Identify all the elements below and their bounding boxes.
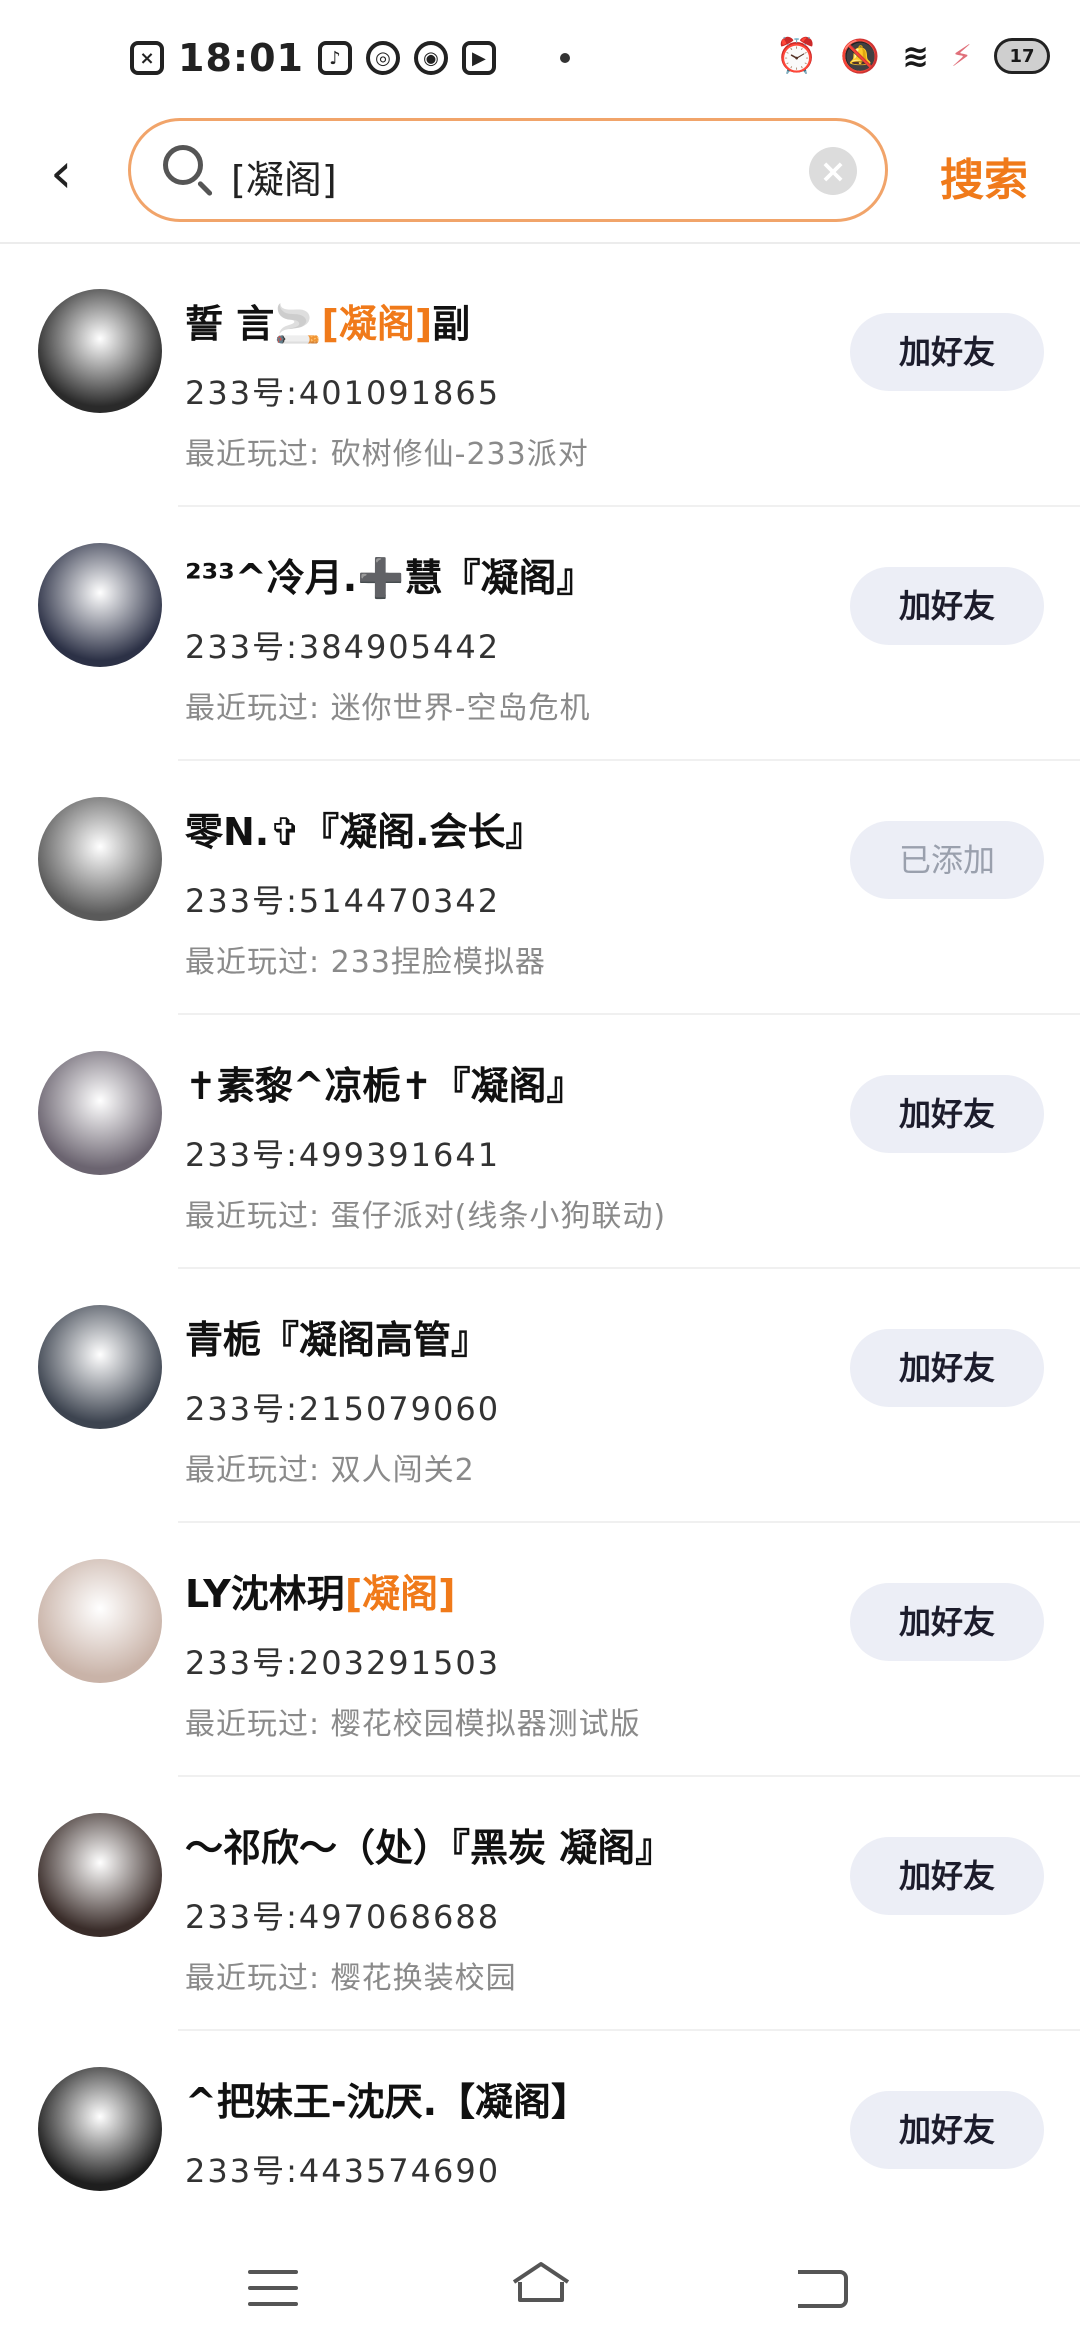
user-row[interactable]: LY沈林玥[凝阁] 233号:203291503 最近玩过: 樱花校园模拟器测试… [0, 1523, 1080, 1777]
recently-played: 最近玩过: 砍树修仙-233派对 [185, 437, 589, 472]
status-right: ⏰ 🔕 ≋ ⚡ 17 [776, 36, 1050, 76]
add-friend-button[interactable]: 加好友 [850, 1837, 1044, 1915]
search-query[interactable]: [凝阁] [231, 149, 337, 204]
avatar[interactable] [38, 797, 162, 921]
recently-played: 最近玩过: 双人闯关2 [185, 1453, 475, 1488]
user-name-text: ～祁欣～（处）『黑炭 凝阁』 [185, 1826, 674, 1870]
user-id: 233号:499391641 [185, 1136, 501, 1174]
recently-played: 最近玩过: 233捏脸模拟器 [185, 945, 546, 980]
user-id: 233号:215079060 [185, 1390, 501, 1428]
mute-icon: 🔕 [840, 37, 881, 75]
user-name-highlight: [凝阁] [344, 1572, 456, 1616]
home-button[interactable] [510, 2260, 572, 2304]
user-name-text: 誓 言🚬 [185, 302, 322, 346]
avatar[interactable] [38, 1813, 162, 1937]
recently-played: 最近玩过: 迷你世界-空岛危机 [185, 691, 591, 726]
add-friend-button[interactable]: 加好友 [850, 2091, 1044, 2169]
add-friend-button[interactable]: 加好友 [850, 1075, 1044, 1153]
search-header: ‹ [凝阁] × 搜索 [0, 118, 1080, 244]
app-icon: ◎ [365, 41, 400, 75]
user-name: ～祁欣～（处）『黑炭 凝阁』 [185, 1817, 673, 1872]
battery-level: 17 [1009, 45, 1035, 67]
alarm-icon: ⏰ [775, 36, 819, 76]
user-name-text: ^把妹王-沈厌.【凝阁】 [185, 2080, 590, 2124]
user-name: 零N.✞『凝阁.会长』 [185, 801, 544, 856]
status-bar: × 18:01 ♪ ◎ ◉ ▶ ⏰ 🔕 ≋ ⚡ 17 [0, 0, 1080, 118]
user-id: 233号:497068688 [185, 1898, 501, 1936]
user-row[interactable]: 青栀『凝阁高管』 233号:215079060 最近玩过: 双人闯关2 加好友 [0, 1269, 1080, 1523]
system-back-button[interactable] [798, 2270, 848, 2308]
compass-icon: ◉ [413, 41, 448, 75]
user-name: LY沈林玥[凝阁] [185, 1563, 456, 1618]
search-icon [163, 145, 203, 185]
charging-icon: ⚡ [950, 38, 972, 74]
recent-apps-button[interactable] [248, 2270, 298, 2318]
user-id: 233号:443574690 [185, 2152, 501, 2190]
back-button[interactable]: ‹ [50, 144, 100, 204]
user-name: ²³³^冷月.➕慧『凝阁』 [185, 547, 595, 602]
user-row[interactable]: ✝素黎^凉栀✝『凝阁』 233号:499391641 最近玩过: 蛋仔派对(线条… [0, 1015, 1080, 1269]
user-name-text: 零N.✞『凝阁.会长』 [185, 810, 544, 854]
user-results-list: 誓 言🚬[凝阁]副 233号:401091865 最近玩过: 砍树修仙-233派… [0, 253, 1080, 2285]
user-name-text: ✝素黎^凉栀✝『凝阁』 [185, 1064, 585, 1108]
user-name-suffix: 副 [432, 302, 471, 346]
user-row[interactable]: ～祁欣～（处）『黑炭 凝阁』 233号:497068688 最近玩过: 樱花换装… [0, 1777, 1080, 2031]
notification-close-icon: × [130, 41, 164, 75]
recently-played: 最近玩过: 樱花校园模拟器测试版 [185, 1707, 641, 1742]
wifi-icon: ≋ [902, 37, 929, 75]
recently-played: 最近玩过: 樱花换装校园 [185, 1961, 517, 1996]
add-friend-button[interactable]: 加好友 [850, 1329, 1044, 1407]
user-name-text: LY沈林玥 [185, 1572, 345, 1616]
user-row[interactable]: 誓 言🚬[凝阁]副 233号:401091865 最近玩过: 砍树修仙-233派… [0, 253, 1080, 507]
user-name-text: 青栀『凝阁高管』 [185, 1318, 490, 1362]
user-name: ✝素黎^凉栀✝『凝阁』 [185, 1055, 585, 1110]
navigation-bar [0, 2210, 1080, 2340]
user-row[interactable]: ²³³^冷月.➕慧『凝阁』 233号:384905442 最近玩过: 迷你世界-… [0, 507, 1080, 761]
user-name: ^把妹王-沈厌.【凝阁】 [185, 2071, 589, 2126]
avatar[interactable] [38, 543, 162, 667]
recently-played: 最近玩过: 蛋仔派对(线条小狗联动) [185, 1199, 667, 1234]
user-id: 233号:401091865 [185, 374, 501, 412]
add-friend-button[interactable]: 加好友 [850, 567, 1044, 645]
add-friend-button[interactable]: 加好友 [850, 313, 1044, 391]
avatar[interactable] [38, 2067, 162, 2191]
user-name: 誓 言🚬[凝阁]副 [185, 293, 470, 348]
status-left: × 18:01 ♪ ◎ ◉ ▶ [130, 36, 570, 80]
added-button[interactable]: 已添加 [850, 821, 1044, 899]
user-row[interactable]: 零N.✞『凝阁.会长』 233号:514470342 最近玩过: 233捏脸模拟… [0, 761, 1080, 1015]
avatar[interactable] [38, 1305, 162, 1429]
battery-icon: 17 [994, 38, 1050, 74]
user-id: 233号:203291503 [185, 1644, 501, 1682]
search-input[interactable]: [凝阁] × [128, 118, 888, 222]
status-time: 18:01 [178, 36, 304, 80]
avatar[interactable] [38, 289, 162, 413]
avatar[interactable] [38, 1559, 162, 1683]
user-name: 青栀『凝阁高管』 [185, 1309, 489, 1364]
more-notifications-icon [559, 53, 570, 63]
clear-icon[interactable]: × [809, 147, 857, 195]
user-name-highlight: [凝阁] [321, 302, 433, 346]
search-button[interactable]: 搜索 [940, 144, 1028, 208]
video-icon: ▶ [461, 41, 496, 75]
user-id: 233号:384905442 [185, 628, 501, 666]
avatar[interactable] [38, 1051, 162, 1175]
user-name-text: ²³³^冷月.➕慧『凝阁』 [185, 556, 595, 600]
tiktok-icon: ♪ [317, 41, 352, 75]
add-friend-button[interactable]: 加好友 [850, 1583, 1044, 1661]
user-id: 233号:514470342 [185, 882, 501, 920]
